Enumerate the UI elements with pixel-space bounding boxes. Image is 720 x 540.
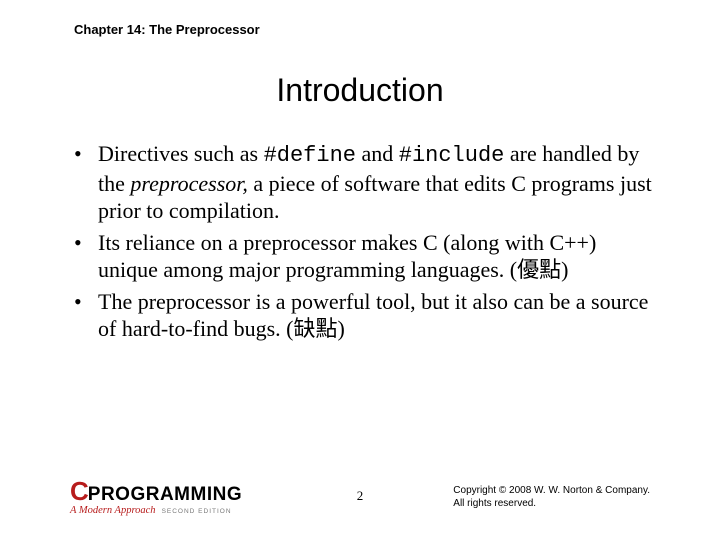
- cjk-text: 優點: [517, 257, 561, 282]
- logo-c-letter: C: [70, 476, 88, 507]
- logo-edition-text: SECOND EDITION: [162, 508, 232, 515]
- bullet-item: Its reliance on a preprocessor makes C (…: [74, 229, 654, 284]
- logo-programming-text: PROGRAMMING: [88, 484, 242, 506]
- emphasis: preprocessor,: [130, 171, 248, 196]
- bullet-item: Directives such as #define and #include …: [74, 140, 654, 225]
- text: ): [338, 316, 345, 341]
- text: ): [561, 257, 568, 282]
- copyright: Copyright © 2008 W. W. Norton & Company.…: [453, 484, 650, 510]
- text: Directives such as: [98, 141, 264, 166]
- copyright-line: All rights reserved.: [453, 497, 650, 510]
- logo-subtitle-text: A Modern Approach: [70, 505, 156, 516]
- bullet-item: The preprocessor is a powerful tool, but…: [74, 288, 654, 343]
- bullet-list: Directives such as #define and #include …: [74, 140, 654, 347]
- code-literal: #include: [399, 143, 505, 168]
- text: and: [356, 141, 399, 166]
- cjk-text: 缺點: [294, 316, 338, 341]
- logo-subtitle: A Modern Approach SECOND EDITION: [70, 505, 242, 516]
- chapter-header: Chapter 14: The Preprocessor: [74, 22, 260, 37]
- book-logo: CPROGRAMMING A Modern Approach SECOND EDI…: [70, 476, 242, 516]
- code-literal: #define: [264, 143, 356, 168]
- text: The preprocessor is a powerful tool, but…: [98, 289, 648, 342]
- page-number: 2: [357, 488, 364, 504]
- footer: CPROGRAMMING A Modern ApproachSECOND EDI…: [0, 480, 720, 520]
- slide-title: Introduction: [0, 72, 720, 109]
- copyright-line: Copyright © 2008 W. W. Norton & Company.: [453, 484, 650, 497]
